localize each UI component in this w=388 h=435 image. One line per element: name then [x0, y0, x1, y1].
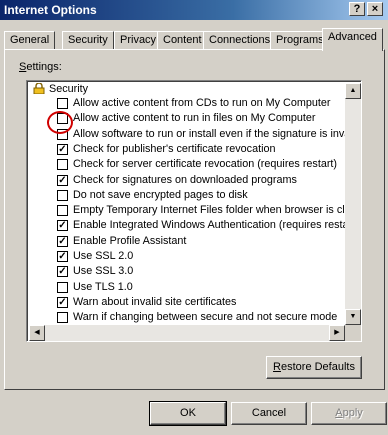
checkbox-unchecked[interactable] — [57, 189, 68, 201]
tab-advanced[interactable]: Advanced — [322, 28, 383, 51]
checkbox-checked[interactable]: ✓ — [57, 266, 68, 278]
setting-label: Check for signatures on downloaded progr… — [73, 173, 297, 186]
checkbox-unchecked[interactable] — [57, 159, 68, 171]
checkbox-unchecked[interactable] — [57, 113, 68, 125]
setting-label: Enable Integrated Windows Authentication… — [73, 219, 359, 232]
checkbox-unchecked[interactable] — [57, 281, 68, 293]
checkbox-unchecked[interactable] — [57, 128, 68, 140]
setting-label: Allow software to run or install even if… — [73, 127, 362, 140]
tab-connections[interactable]: Connections — [203, 31, 277, 50]
checkbox-unchecked[interactable] — [57, 205, 68, 217]
scroll-down-button[interactable]: ▼ — [345, 309, 361, 325]
setting-label: Do not save encrypted pages to disk — [73, 188, 248, 201]
checkbox-checked[interactable]: ✓ — [57, 220, 68, 232]
tab-privacy[interactable]: Privacy — [114, 31, 163, 50]
cancel-button[interactable]: Cancel — [231, 402, 307, 425]
scroll-left-button[interactable]: ◀ — [29, 325, 45, 341]
checkbox-checked[interactable]: ✓ — [57, 143, 68, 155]
scrollbar-corner — [345, 325, 361, 341]
checkbox-unchecked[interactable] — [57, 98, 68, 109]
checkbox-checked[interactable]: ✓ — [57, 251, 68, 262]
checkbox-checked[interactable]: ✓ — [57, 174, 68, 186]
restore-defaults-button[interactable]: Restore Defaults — [266, 356, 362, 379]
setting-label: Use SSL 2.0 — [73, 250, 134, 262]
tab-programs[interactable]: Programs — [270, 31, 330, 50]
tab-general[interactable]: General — [4, 31, 56, 50]
setting-label: Empty Temporary Internet Files folder wh… — [73, 204, 362, 217]
scroll-up-button[interactable]: ▲ — [345, 83, 361, 99]
setting-label: Allow active content to run in files on … — [73, 112, 316, 125]
tab-security[interactable]: Security — [62, 31, 114, 50]
settings-label: Settings: — [19, 61, 62, 73]
settings-listbox[interactable]: Security Allow active content from CDs t… — [26, 80, 362, 342]
horizontal-scrollbar[interactable]: ◀ ▶ — [29, 325, 345, 341]
tab-content[interactable]: Content — [157, 31, 208, 50]
setting-label: Use TLS 1.0 — [73, 280, 133, 293]
checkbox-checked[interactable]: ✓ — [57, 296, 68, 308]
checkbox-checked[interactable]: ✓ — [57, 235, 68, 247]
setting-label: Warn if changing between secure and not … — [73, 311, 338, 324]
help-button[interactable]: ? — [349, 2, 365, 16]
scroll-right-button[interactable]: ▶ — [329, 325, 345, 341]
setting-label: Check for publisher's certificate revoca… — [73, 142, 276, 155]
title-bar[interactable]: Internet Options ? × — [0, 0, 388, 20]
setting-label: Enable Profile Assistant — [73, 234, 187, 247]
setting-label: Use SSL 3.0 — [73, 265, 134, 278]
lock-icon — [33, 83, 45, 94]
checkbox-unchecked[interactable] — [57, 312, 68, 324]
setting-label: Check for server certificate revocation … — [73, 158, 338, 171]
window-title: Internet Options — [4, 3, 97, 17]
setting-label: Warn about invalid site certificates — [73, 295, 237, 308]
ok-button[interactable]: OK — [149, 401, 227, 426]
apply-button[interactable]: Apply — [311, 402, 387, 425]
close-button[interactable]: × — [367, 2, 383, 16]
setting-label: Allow active content from CDs to run on … — [73, 97, 331, 109]
vertical-scrollbar[interactable]: ▲ ▼ — [345, 83, 361, 325]
